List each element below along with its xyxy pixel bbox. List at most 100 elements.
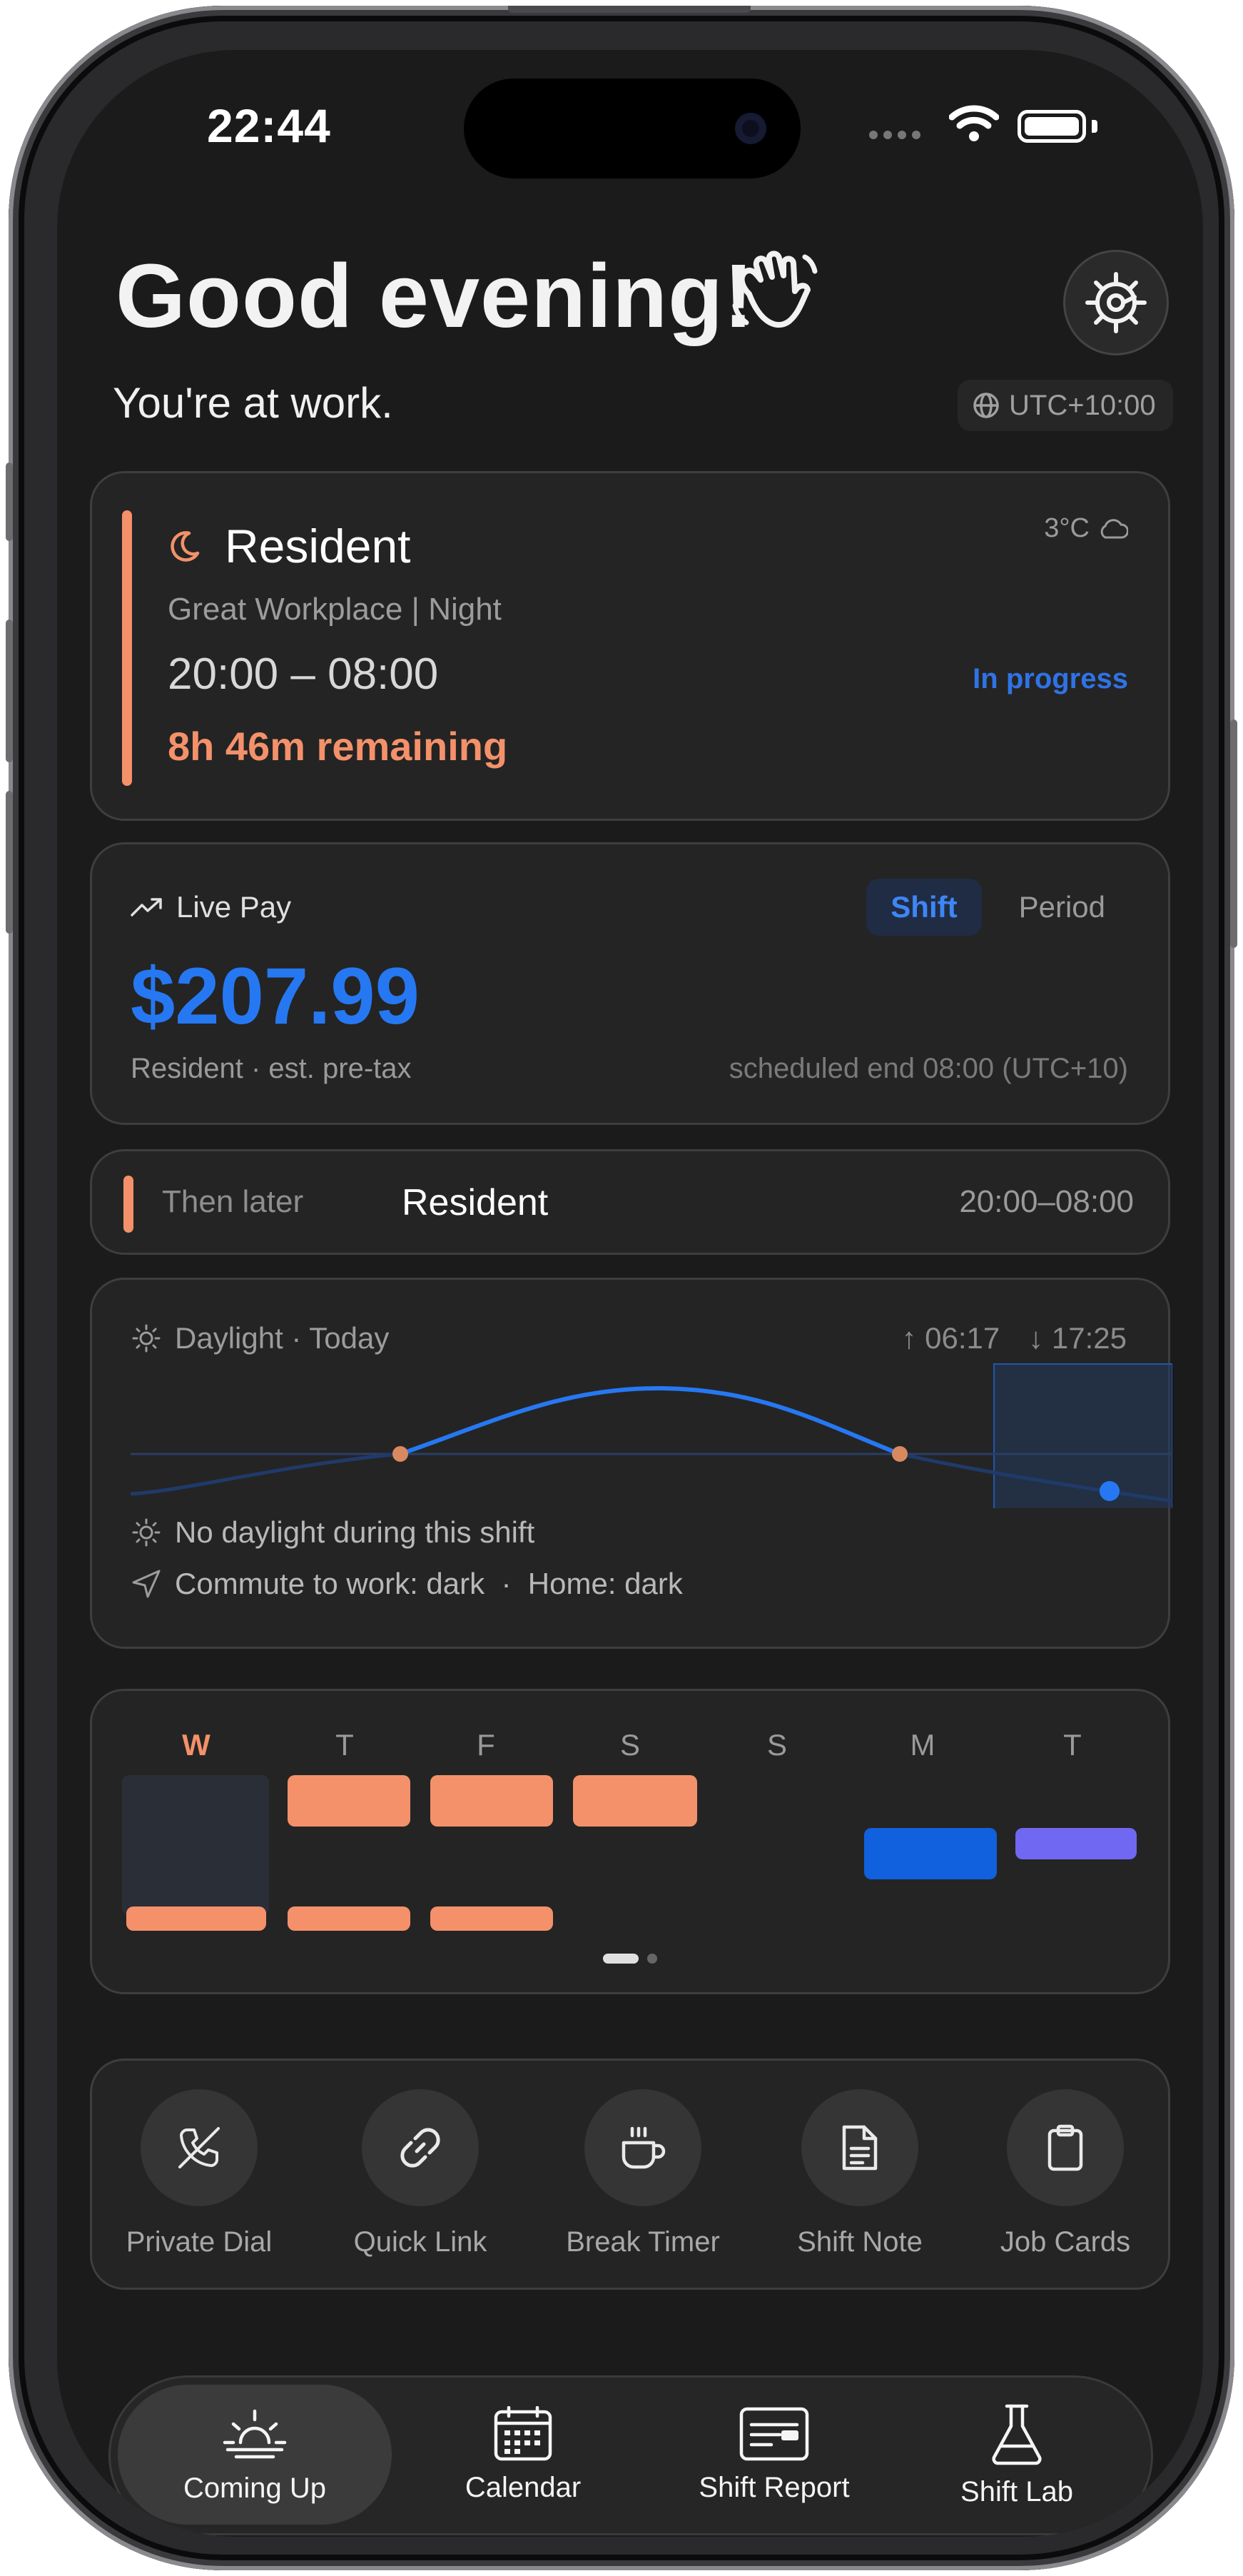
- signal-icon: [869, 130, 926, 143]
- status-time: 22:44: [207, 99, 331, 152]
- day-label[interactable]: S: [609, 1728, 651, 1762]
- tab-shift-lab[interactable]: Shift Lab: [924, 2385, 1110, 2525]
- day-label[interactable]: T: [323, 1728, 366, 1762]
- power-button: [1230, 719, 1237, 948]
- day-label[interactable]: M: [901, 1728, 944, 1762]
- calendar-icon: [494, 2405, 552, 2460]
- pay-period-toggle: Shift Period: [866, 879, 1130, 936]
- action-label: Private Dial: [126, 2226, 273, 2258]
- cloud-icon: [1100, 518, 1128, 538]
- action-icon-circle: [584, 2089, 701, 2206]
- volume-down-button: [6, 791, 13, 934]
- tab-label: Coming Up: [183, 2472, 327, 2504]
- segment-shift[interactable]: Shift: [866, 879, 982, 936]
- sunrise-point: [392, 1446, 408, 1462]
- action-job-cards[interactable]: Job Cards: [987, 2089, 1144, 2258]
- pay-amount: $207.99: [131, 951, 420, 1041]
- day-label[interactable]: F: [465, 1728, 507, 1762]
- weather: 3°C: [1044, 513, 1128, 544]
- shift-status: In progress: [973, 663, 1128, 694]
- clipboard-icon: [1047, 2124, 1083, 2171]
- action-shift-note[interactable]: Shift Note: [781, 2089, 938, 2258]
- tab-label: Shift Lab: [960, 2475, 1073, 2507]
- action-private-dial[interactable]: Private Dial: [121, 2089, 278, 2258]
- day-label[interactable]: S: [756, 1728, 798, 1762]
- phone-frame: 22:44 Good evening! You're at work. UTC+…: [6, 6, 1237, 2570]
- action-icon-circle: [141, 2089, 258, 2206]
- timezone-label: UTC+10:00: [1009, 389, 1156, 421]
- quick-actions-card: Private Dial Quick Link Break Timer Shif…: [90, 2059, 1170, 2290]
- shift-bar[interactable]: [430, 1906, 553, 1931]
- action-icon-circle: [1007, 2089, 1124, 2206]
- link-icon: [400, 2128, 440, 2168]
- tab-calendar[interactable]: Calendar: [430, 2385, 616, 2525]
- tab-label: Shift Report: [699, 2471, 850, 2503]
- day-label[interactable]: T: [1051, 1728, 1094, 1762]
- settings-button[interactable]: [1063, 250, 1169, 355]
- daylight-note-row: No daylight during this shift: [131, 1515, 534, 1550]
- antenna-line: [508, 6, 751, 13]
- daylight-card[interactable]: Daylight · Today ↑ 06:17 ↓ 17:25 No dayl…: [90, 1278, 1172, 1649]
- week-overview-card[interactable]: W T F S S M T: [90, 1689, 1170, 1994]
- shift-bar[interactable]: [126, 1906, 266, 1931]
- waving-hand-icon: [728, 244, 821, 340]
- shift-bar[interactable]: [288, 1775, 410, 1827]
- commute-row: Commute to work: dark · Home: dark: [131, 1567, 683, 1601]
- next-shift-accent-bar: [123, 1176, 133, 1233]
- action-quick-link[interactable]: Quick Link: [342, 2089, 499, 2258]
- greeting-title: Good evening!: [116, 246, 754, 346]
- sunrise-icon: [223, 2409, 287, 2458]
- action-icon-circle: [362, 2089, 479, 2206]
- flask-icon: [992, 2404, 1042, 2465]
- segment-period[interactable]: Period: [995, 879, 1130, 936]
- mute-switch: [6, 463, 13, 541]
- shift-bar[interactable]: [288, 1906, 410, 1931]
- camera-icon: [735, 113, 766, 144]
- shift-bar[interactable]: [864, 1828, 997, 1879]
- action-label: Shift Note: [797, 2226, 923, 2258]
- battery-cap: [1092, 120, 1097, 133]
- action-label: Job Cards: [1000, 2226, 1131, 2258]
- shift-hours: 20:00 – 08:00: [168, 650, 439, 699]
- report-icon: [739, 2407, 809, 2460]
- shift-bar[interactable]: [430, 1775, 553, 1827]
- tab-bar: Coming Up Calendar Shift Report Shift La…: [108, 2375, 1153, 2535]
- shift-bar[interactable]: [1015, 1828, 1137, 1859]
- shift-title: Resident: [225, 520, 411, 572]
- live-pay-label: Live Pay: [176, 890, 292, 924]
- shift-bar[interactable]: [573, 1775, 697, 1827]
- next-shift-hours: 20:00–08:00: [959, 1184, 1134, 1219]
- night-curve-left: [130, 1452, 401, 1496]
- action-icon-circle: [801, 2089, 918, 2206]
- phone-off-icon: [178, 2127, 220, 2168]
- pay-end-note: scheduled end 08:00 (UTC+10): [729, 1053, 1128, 1084]
- page-dot: [647, 1954, 657, 1964]
- shift-accent-bar: [122, 510, 132, 786]
- tab-coming-up[interactable]: Coming Up: [118, 2385, 392, 2525]
- moon-icon: [168, 529, 202, 567]
- page-indicator[interactable]: [603, 1954, 657, 1964]
- live-pay-card: Live Pay Shift Period $207.99 Resident ·…: [90, 842, 1170, 1125]
- work-status-subtitle: You're at work.: [113, 379, 393, 427]
- sun-icon: [132, 1518, 161, 1547]
- daylight-curve: [400, 1385, 901, 1456]
- note-icon: [842, 2125, 878, 2171]
- temperature: 3°C: [1044, 513, 1090, 543]
- live-pay-header: Live Pay: [131, 890, 291, 924]
- page-dot-active: [603, 1954, 639, 1964]
- shift-workplace: Great Workplace | Night: [168, 592, 502, 627]
- sunset-point: [892, 1446, 908, 1462]
- daylight-note: No daylight during this shift: [175, 1515, 535, 1549]
- current-shift-card[interactable]: Resident 3°C Great Workplace | Night 20:…: [90, 471, 1170, 821]
- tab-shift-report[interactable]: Shift Report: [653, 2385, 896, 2525]
- day-label[interactable]: W: [175, 1728, 218, 1762]
- trending-up-icon: [131, 898, 162, 916]
- timezone-badge[interactable]: UTC+10:00: [958, 380, 1173, 431]
- navigation-icon: [132, 1570, 161, 1598]
- action-break-timer[interactable]: Break Timer: [564, 2089, 721, 2258]
- daylight-chart: [130, 1363, 1172, 1508]
- next-shift-card[interactable]: Then later Resident 20:00–08:00: [90, 1149, 1170, 1255]
- time-remaining: 8h 46m remaining: [168, 724, 508, 769]
- coffee-icon: [622, 2126, 666, 2169]
- volume-up-button: [6, 620, 13, 762]
